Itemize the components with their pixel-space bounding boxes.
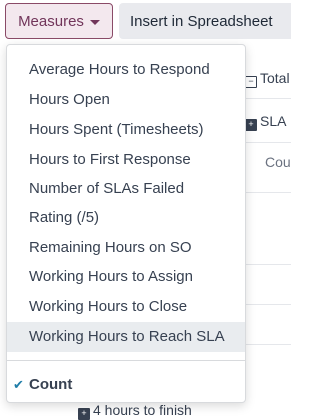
table-row-separator <box>240 304 291 305</box>
measures-dropdown: Average Hours to Respond Hours Open Hour… <box>6 44 246 403</box>
menu-item-working-hours-to-assign[interactable]: Working Hours to Assign <box>7 262 245 292</box>
collapse-icon: − <box>245 76 257 88</box>
caret-down-icon <box>89 19 100 25</box>
menu-item-hours-spent-timesheets[interactable]: Hours Spent (Timesheets) <box>7 115 245 145</box>
menu-item-remaining-hours-on-so[interactable]: Remaining Hours on SO <box>7 233 245 263</box>
table-row-separator <box>240 142 291 143</box>
menu-item-hours-to-first-response[interactable]: Hours to First Response <box>7 145 245 175</box>
menu-item-rating[interactable]: Rating (/5) <box>7 203 245 233</box>
menu-item-number-of-slas-failed[interactable]: Number of SLAs Failed <box>7 174 245 204</box>
measures-label: Measures <box>18 12 84 30</box>
menu-item-working-hours-to-reach-sla[interactable]: Working Hours to Reach SLA <box>7 322 245 352</box>
check-icon: ✔ <box>13 377 24 392</box>
menu-item-count[interactable]: ✔ Count <box>7 372 245 398</box>
measures-button[interactable]: Measures <box>5 3 113 39</box>
table-row-separator <box>240 98 291 99</box>
insert-label: Insert in Spreadsheet <box>130 12 273 30</box>
expand-icon: + <box>245 119 257 131</box>
table-row-separator <box>240 192 291 193</box>
menu-item-working-hours-to-close[interactable]: Working Hours to Close <box>7 292 245 322</box>
total-header[interactable]: − Total <box>245 70 290 88</box>
count-column-header: Cou <box>265 154 291 170</box>
sla-header[interactable]: + SLA <box>245 113 286 131</box>
table-row-separator <box>240 264 291 265</box>
expand-icon: + <box>78 408 90 420</box>
table-row-separator <box>240 344 291 345</box>
menu-divider <box>7 360 245 361</box>
pivot-row-header[interactable]: +4 hours to finish <box>78 402 192 420</box>
menu-item-average-hours-to-respond[interactable]: Average Hours to Respond <box>7 55 245 85</box>
count-label: Count <box>29 376 73 393</box>
menu-item-hours-open[interactable]: Hours Open <box>7 85 245 115</box>
insert-in-spreadsheet-button[interactable]: Insert in Spreadsheet <box>119 3 291 39</box>
